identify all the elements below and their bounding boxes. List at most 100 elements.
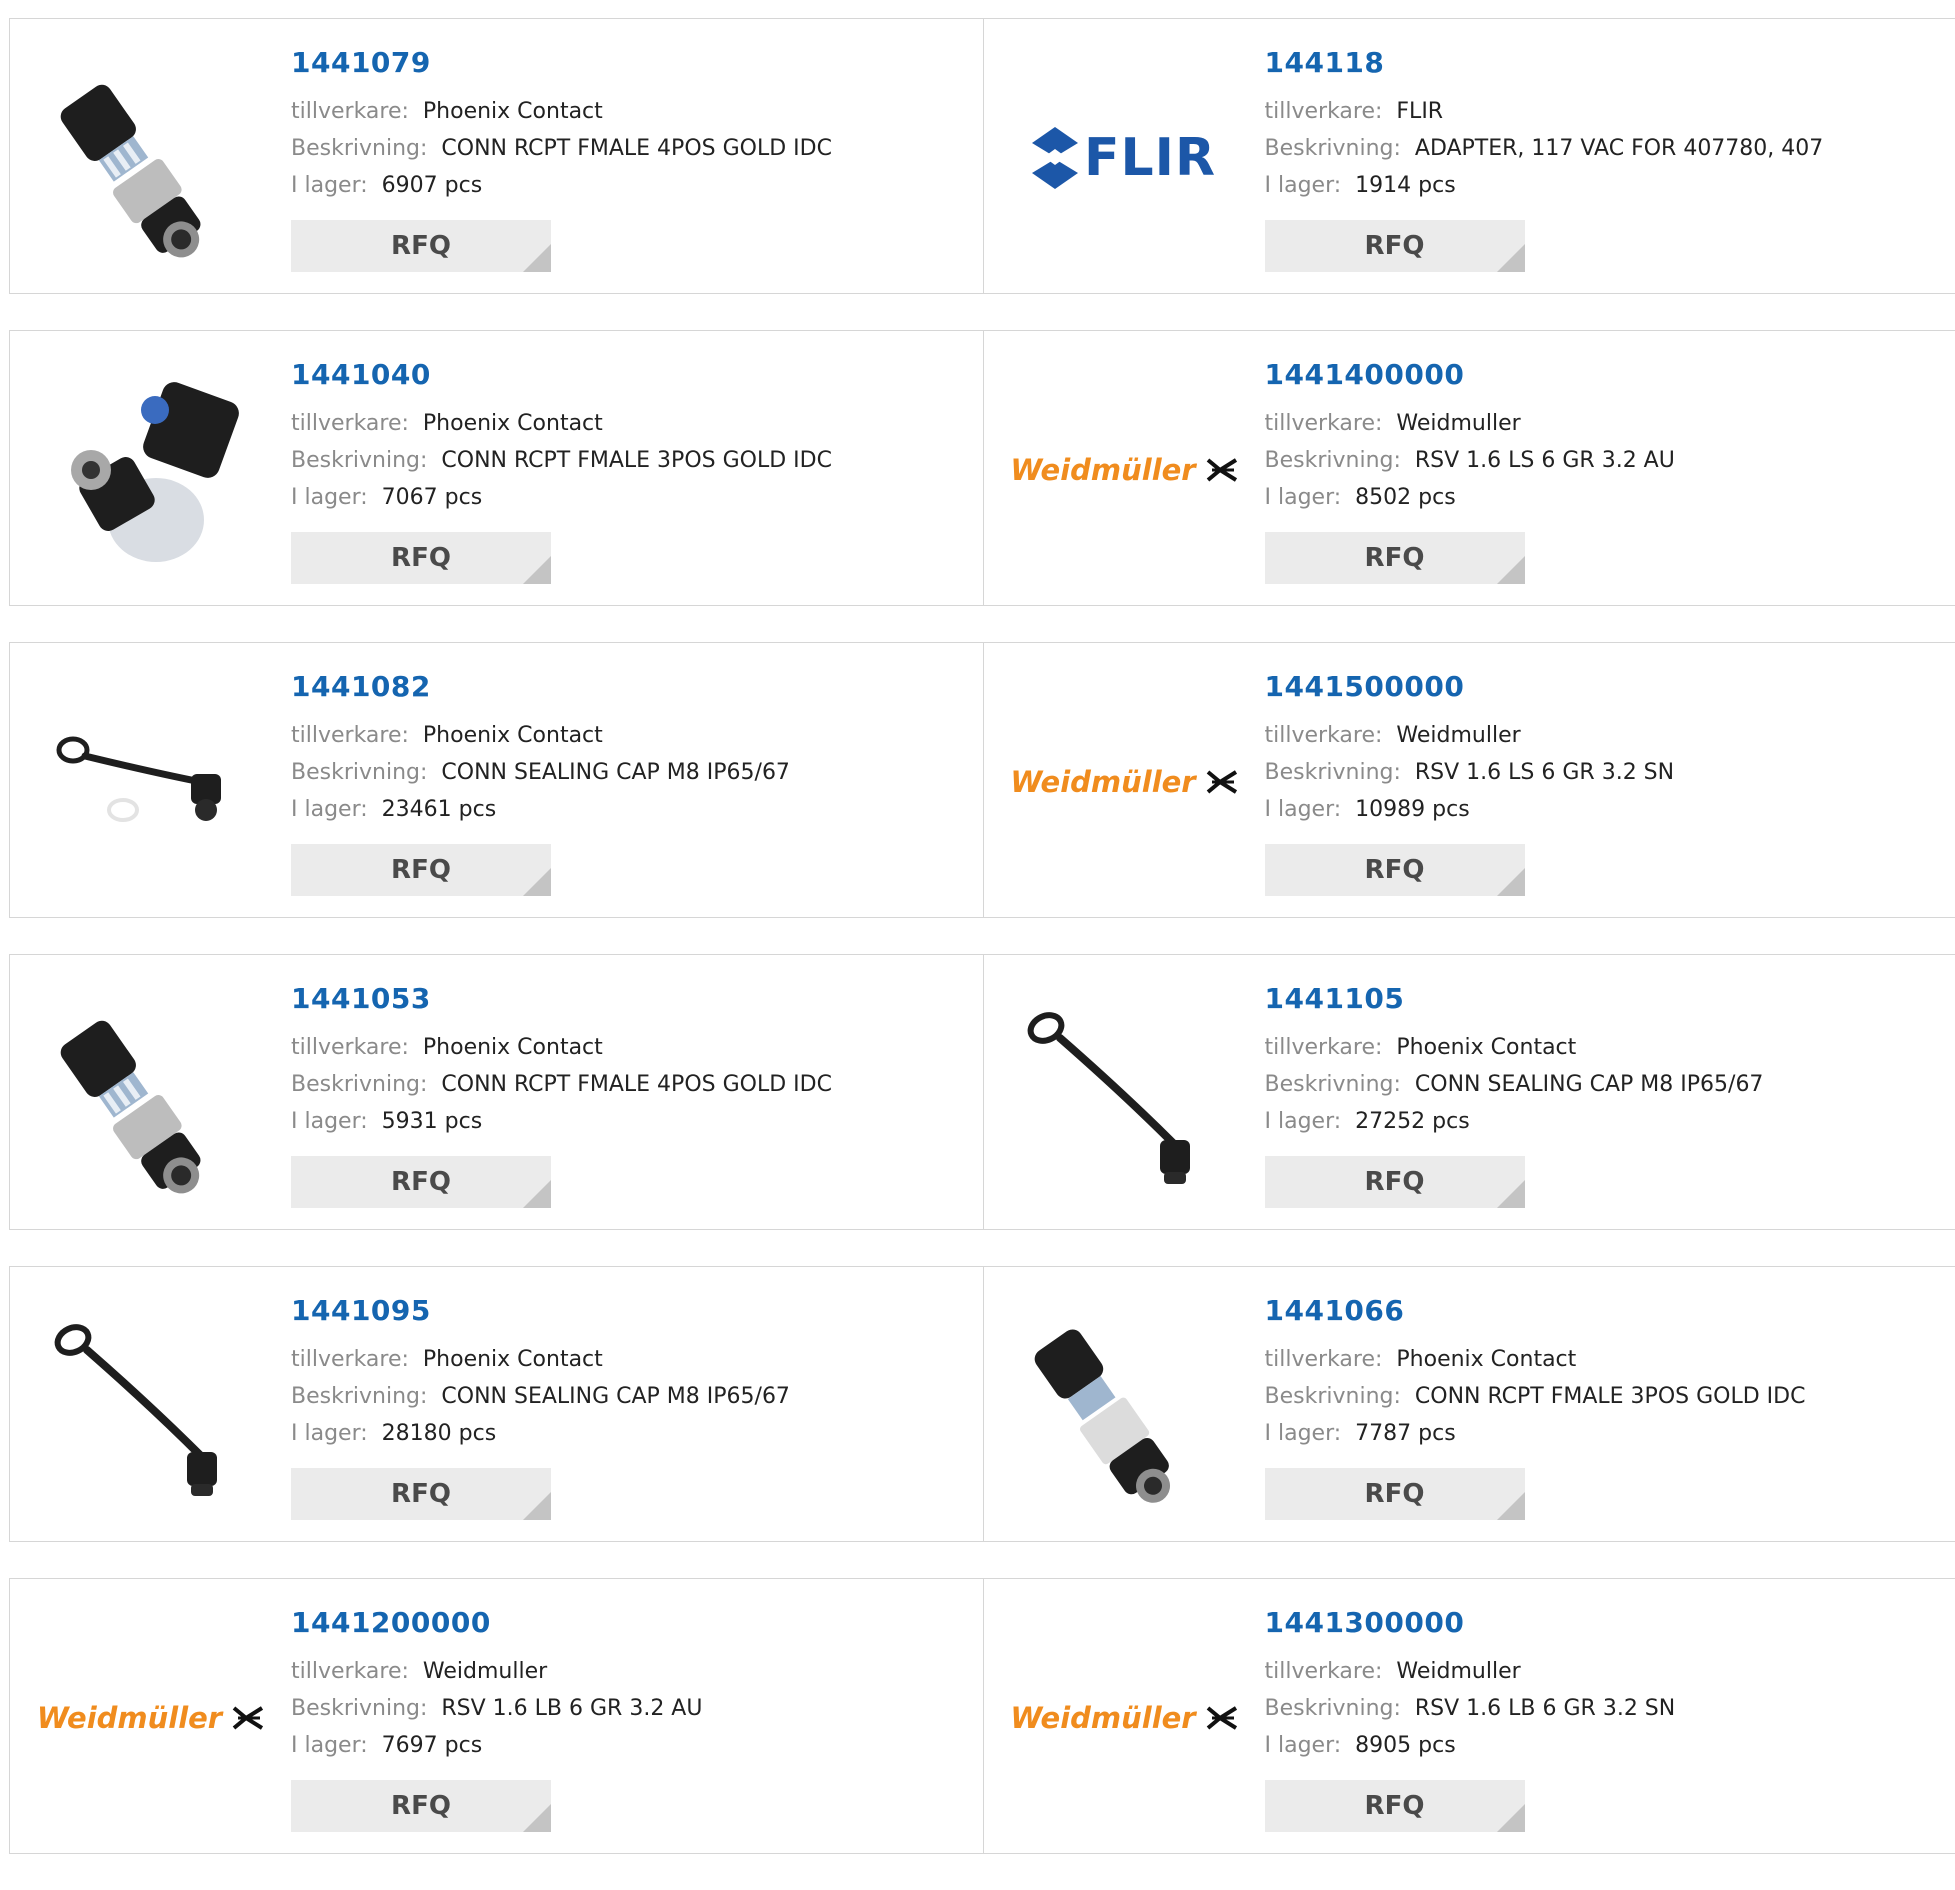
rfq-button[interactable]: RFQ [291,532,551,584]
product-info: 1441300000 tillverkare:Weidmuller Beskri… [1265,1609,1676,1764]
product-thumbnail[interactable]: Weidmüller [1022,679,1227,884]
part-number-link[interactable]: 1441400000 [1265,361,1675,389]
rfq-button[interactable]: RFQ [1265,1780,1525,1832]
part-number-link[interactable]: 144118 [1265,49,1824,77]
rfq-button[interactable]: RFQ [291,220,551,272]
part-number-link[interactable]: 1441105 [1265,985,1764,1013]
part-number-link[interactable]: 1441053 [291,985,832,1013]
stock-label: I lager: [291,173,368,198]
product-thumbnail[interactable] [1022,1303,1227,1508]
product-thumbnail[interactable]: Weidmüller [1022,1615,1227,1820]
manufacturer-label: tillverkare: [1265,1347,1383,1372]
manufacturer-value: Weidmuller [1396,723,1520,748]
rfq-button[interactable]: RFQ [1265,844,1525,896]
stock-line: I lager:7067 pcs [291,479,832,516]
stock-label: I lager: [1265,1109,1342,1134]
description-value: CONN SEALING CAP M8 IP65/67 [441,1384,790,1409]
stock-value: 1914 pcs [1355,173,1456,198]
rfq-corner-decoration [1497,868,1525,896]
manufacturer-value: Weidmuller [1396,411,1520,436]
manufacturer-line: tillverkare:Weidmuller [1265,405,1675,442]
stock-label: I lager: [1265,1733,1342,1758]
description-value: CONN SEALING CAP M8 IP65/67 [441,760,790,785]
product-thumbnail[interactable]: Weidmüller [48,1615,253,1820]
product-thumbnail[interactable]: FLIR [1022,55,1227,260]
description-line: Beskrivning:RSV 1.6 LS 6 GR 3.2 AU [1265,442,1675,479]
product-card: 1441079 tillverkare:Phoenix Contact Besk… [10,19,983,293]
rfq-corner-decoration [1497,556,1525,584]
rfq-label: RFQ [291,532,551,584]
stock-line: I lager:28180 pcs [291,1415,790,1452]
description-line: Beskrivning:CONN SEALING CAP M8 IP65/67 [1265,1066,1764,1103]
stock-value: 7067 pcs [382,485,483,510]
description-line: Beskrivning:RSV 1.6 LB 6 GR 3.2 SN [1265,1690,1676,1727]
manufacturer-value: Weidmuller [423,1659,547,1684]
part-number-link[interactable]: 1441500000 [1265,673,1675,701]
weidmuller-logo-text: Weidmüller [1010,453,1195,487]
weidmuller-logo-text: Weidmüller [1010,1701,1195,1735]
manufacturer-label: tillverkare: [291,411,409,436]
stock-label: I lager: [1265,485,1342,510]
stock-line: I lager:7787 pcs [1265,1415,1806,1452]
manufacturer-line: tillverkare:Weidmuller [1265,1653,1676,1690]
part-number-link[interactable]: 1441066 [1265,1297,1806,1325]
manufacturer-label: tillverkare: [291,723,409,748]
product-thumbnail[interactable] [48,1303,253,1508]
weidmuller-logo: Weidmüller [1010,453,1237,487]
weidmuller-logo: Weidmüller [1010,1701,1237,1735]
rfq-corner-decoration [523,868,551,896]
product-info: 1441040 tillverkare:Phoenix Contact Besk… [291,361,832,516]
rfq-corner-decoration [523,1492,551,1520]
rfq-label: RFQ [1265,1156,1525,1208]
description-value: CONN RCPT FMALE 4POS GOLD IDC [441,1072,832,1097]
manufacturer-value: Weidmuller [1396,1659,1520,1684]
product-thumbnail[interactable]: Weidmüller [1022,367,1227,572]
part-number-link[interactable]: 1441040 [291,361,832,389]
rfq-corner-decoration [1497,1492,1525,1520]
rfq-button[interactable]: RFQ [1265,220,1525,272]
rfq-button[interactable]: RFQ [291,844,551,896]
rfq-button[interactable]: RFQ [1265,532,1525,584]
stock-label: I lager: [291,1421,368,1446]
rfq-corner-decoration [523,244,551,272]
part-number-link[interactable]: 1441095 [291,1297,790,1325]
product-thumbnail[interactable] [48,991,253,1196]
sealing-cap-image [51,1306,251,1506]
rfq-button[interactable]: RFQ [1265,1468,1525,1520]
manufacturer-line: tillverkare:Phoenix Contact [291,405,832,442]
rfq-button[interactable]: RFQ [291,1156,551,1208]
rfq-button[interactable]: RFQ [291,1780,551,1832]
stock-label: I lager: [1265,797,1342,822]
stock-value: 7787 pcs [1355,1421,1456,1446]
manufacturer-value: Phoenix Contact [423,99,603,124]
part-number-link[interactable]: 1441082 [291,673,790,701]
description-value: RSV 1.6 LB 6 GR 3.2 SN [1415,1696,1675,1721]
stock-value: 10989 pcs [1355,797,1470,822]
product-thumbnail[interactable] [48,679,253,884]
part-number-link[interactable]: 1441200000 [291,1609,702,1637]
manufacturer-line: tillverkare:Phoenix Contact [1265,1341,1806,1378]
product-card: Weidmüller 1441300000 tillverkare:Weidmu… [983,1579,1955,1853]
stock-line: I lager: 10989 pcs [1265,791,1675,828]
stock-label: I lager: [291,1733,368,1758]
stock-value: 8502 pcs [1355,485,1456,510]
rfq-button[interactable]: RFQ [291,1468,551,1520]
weidmuller-logo: Weidmüller [37,1701,264,1735]
product-info: 1441082 tillverkare:Phoenix Contact Besk… [291,673,790,828]
stock-line: I lager:23461 pcs [291,791,790,828]
weidmuller-logo-text: Weidmüller [1010,765,1195,799]
product-info: 1441079 tillverkare:Phoenix Contact Besk… [291,49,832,204]
description-label: Beskrivning: [1265,1072,1401,1097]
stock-value: 5931 pcs [382,1109,483,1134]
product-card: 1441053 tillverkare:Phoenix Contact Besk… [10,955,983,1229]
part-number-link[interactable]: 1441079 [291,49,832,77]
description-line: Beskrivning:RSV 1.6 LB 6 GR 3.2 AU [291,1690,702,1727]
description-label: Beskrivning: [291,448,427,473]
product-thumbnail[interactable] [48,367,253,572]
product-thumbnail[interactable] [48,55,253,260]
product-card: 1441095 tillverkare:Phoenix Contact Besk… [10,1267,983,1541]
part-number-link[interactable]: 1441300000 [1265,1609,1676,1637]
product-thumbnail[interactable] [1022,991,1227,1196]
rfq-button[interactable]: RFQ [1265,1156,1525,1208]
product-row: 1441079 tillverkare:Phoenix Contact Besk… [9,18,1955,294]
